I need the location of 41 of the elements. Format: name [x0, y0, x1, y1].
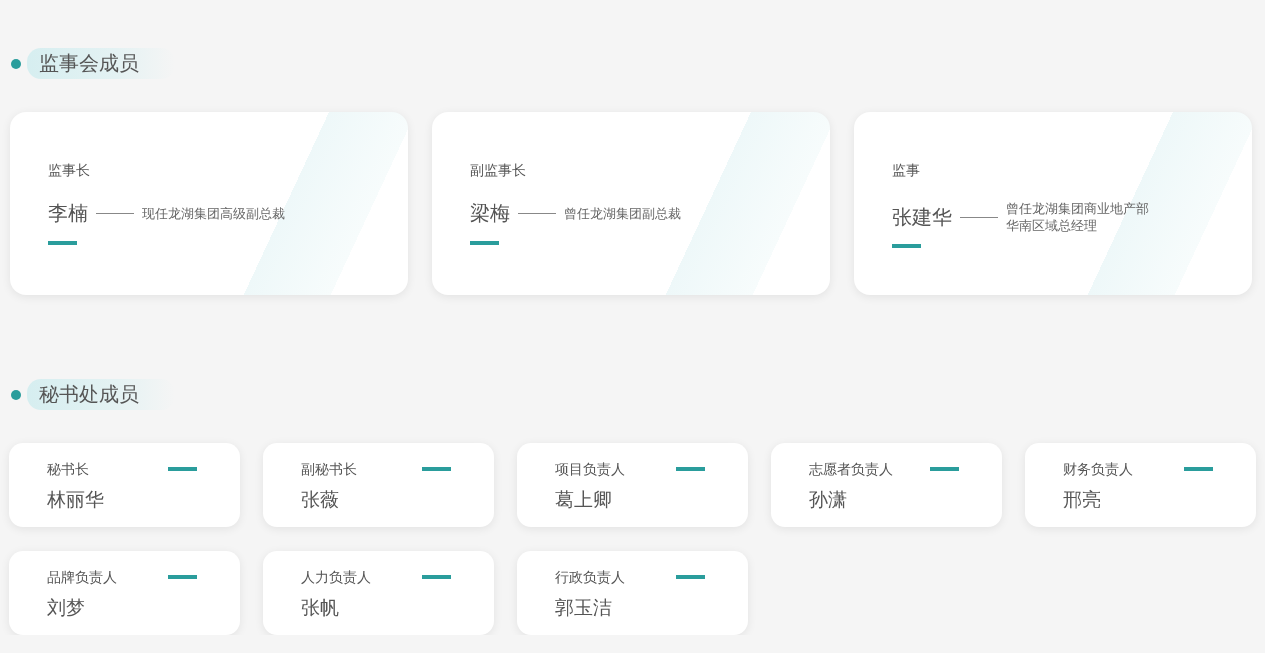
- member-name: 刘梦: [47, 596, 86, 620]
- member-name: 郭玉洁: [555, 596, 613, 620]
- member-name: 葛上卿: [555, 488, 613, 512]
- member-name: 张帆: [301, 596, 340, 620]
- member-bio: 曾任龙湖集团商业地产部 华南区域总经理: [1006, 200, 1149, 234]
- accent-bar: [470, 241, 499, 245]
- dash-line: [518, 213, 556, 214]
- member-role: 秘书长: [47, 461, 90, 479]
- member-role: 行政负责人: [555, 569, 625, 587]
- member-name: 张薇: [301, 488, 340, 512]
- member-role: 品牌负责人: [47, 569, 117, 587]
- member-bio: 曾任龙湖集团副总裁: [564, 205, 681, 222]
- bullet-dot: [11, 58, 21, 69]
- accent-bar: [676, 467, 705, 471]
- member-role: 监事: [892, 162, 921, 180]
- accent-bar: [48, 241, 77, 245]
- member-role: 副监事长: [470, 162, 527, 180]
- accent-bar: [422, 575, 451, 579]
- accent-bar: [168, 575, 197, 579]
- accent-bar: [168, 467, 197, 471]
- accent-bar: [676, 575, 705, 579]
- bullet-dot: [11, 389, 21, 400]
- dash-line: [960, 216, 998, 218]
- accent-bar: [930, 467, 959, 471]
- member-role: 项目负责人: [555, 461, 625, 479]
- member-role: 监事长: [48, 162, 91, 180]
- member-bio: 现任龙湖集团高级副总裁: [142, 205, 285, 222]
- member-name: 邢亮: [1063, 488, 1102, 512]
- member-name: 李楠: [48, 201, 88, 226]
- member-role: 志愿者负责人: [809, 461, 893, 479]
- member-name: 林丽华: [47, 488, 104, 512]
- member-role: 财务负责人: [1063, 461, 1133, 479]
- accent-bar: [892, 244, 921, 248]
- dash-line: [96, 213, 134, 214]
- accent-bar: [422, 467, 451, 471]
- member-name: 张建华: [892, 204, 952, 230]
- member-name: 孙潇: [809, 488, 848, 512]
- member-name: 梁梅: [470, 201, 510, 226]
- member-role: 人力负责人: [301, 569, 371, 587]
- member-role: 副秘书长: [301, 461, 357, 479]
- accent-bar: [1184, 467, 1213, 471]
